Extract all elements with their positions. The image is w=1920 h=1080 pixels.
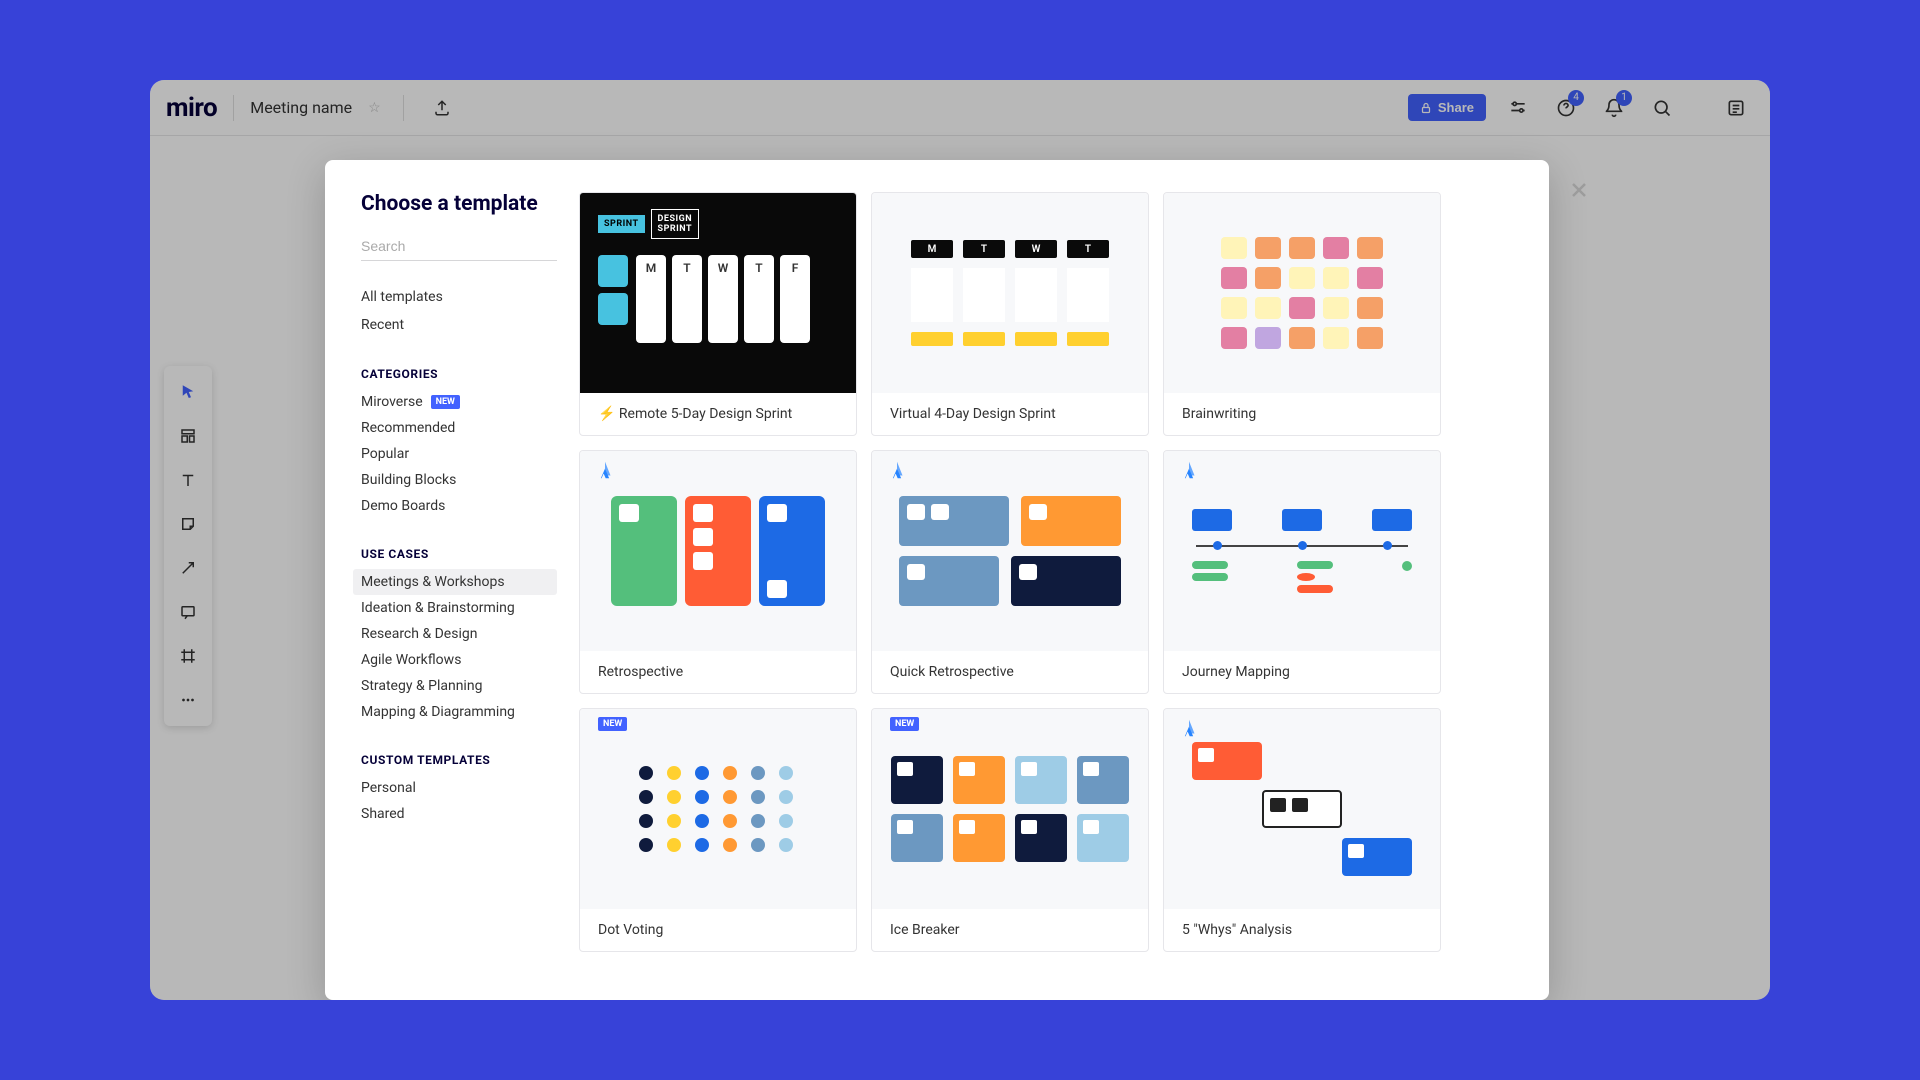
new-badge: NEW (890, 717, 919, 731)
section-categories: Categories (361, 367, 557, 381)
template-card[interactable]: NEW Ice Breaker (871, 708, 1149, 952)
template-preview (872, 451, 1148, 651)
template-label: Brainwriting (1164, 393, 1440, 435)
template-preview (1164, 193, 1440, 393)
template-label: Quick Retrospective (872, 651, 1148, 693)
template-label: Ice Breaker (872, 909, 1148, 951)
custom-personal[interactable]: Personal (361, 775, 557, 801)
template-card[interactable]: 5 "Whys" Analysis (1163, 708, 1441, 952)
atlassian-icon (886, 459, 908, 485)
usecase-agile[interactable]: Agile Workflows (361, 647, 557, 673)
usecase-research[interactable]: Research & Design (361, 621, 557, 647)
template-preview: SPRINTDESIGNSPRINTMTWTF (580, 193, 856, 393)
template-card[interactable]: MTWTVirtual 4-Day Design Sprint (871, 192, 1149, 436)
template-preview: MTWT (872, 193, 1148, 393)
new-badge: NEW (431, 395, 460, 409)
template-label: 5 "Whys" Analysis (1164, 909, 1440, 951)
category-demo-boards[interactable]: Demo Boards (361, 493, 557, 519)
section-usecases: Use Cases (361, 547, 557, 561)
template-label: Dot Voting (580, 909, 856, 951)
template-label: Retrospective (580, 651, 856, 693)
atlassian-icon (1178, 459, 1200, 485)
template-card[interactable]: SPRINTDESIGNSPRINTMTWTF⚡ Remote 5-Day De… (579, 192, 857, 436)
atlassian-icon (594, 459, 616, 485)
template-card[interactable]: Quick Retrospective (871, 450, 1149, 694)
custom-shared[interactable]: Shared (361, 801, 557, 827)
section-custom: Custom Templates (361, 753, 557, 767)
template-card[interactable]: Journey Mapping (1163, 450, 1441, 694)
sidebar-link-all[interactable]: All templates (361, 283, 557, 311)
usecase-ideation[interactable]: Ideation & Brainstorming (361, 595, 557, 621)
template-label: Virtual 4-Day Design Sprint (872, 393, 1148, 435)
template-preview (1164, 451, 1440, 651)
template-preview (580, 451, 856, 651)
modal-title: Choose a template (361, 192, 557, 216)
template-card[interactable]: Retrospective (579, 450, 857, 694)
usecase-mapping[interactable]: Mapping & Diagramming (361, 699, 557, 725)
new-badge: NEW (598, 717, 627, 731)
sidebar-link-recent[interactable]: Recent (361, 311, 557, 339)
template-preview: NEW (580, 709, 856, 909)
atlassian-icon (1178, 717, 1200, 743)
category-popular[interactable]: Popular (361, 441, 557, 467)
search-input[interactable] (361, 232, 557, 260)
template-card[interactable]: Brainwriting (1163, 192, 1441, 436)
template-label: ⚡ Remote 5-Day Design Sprint (580, 393, 856, 435)
category-miroverse[interactable]: MiroverseNEW (361, 389, 557, 415)
template-card[interactable]: NEW Dot Voting (579, 708, 857, 952)
template-label: Journey Mapping (1164, 651, 1440, 693)
template-preview (1164, 709, 1440, 909)
template-preview: NEW (872, 709, 1148, 909)
usecase-strategy[interactable]: Strategy & Planning (361, 673, 557, 699)
category-building-blocks[interactable]: Building Blocks (361, 467, 557, 493)
close-icon[interactable] (1567, 178, 1595, 206)
category-recommended[interactable]: Recommended (361, 415, 557, 441)
usecase-meetings[interactable]: Meetings & Workshops (353, 569, 557, 595)
